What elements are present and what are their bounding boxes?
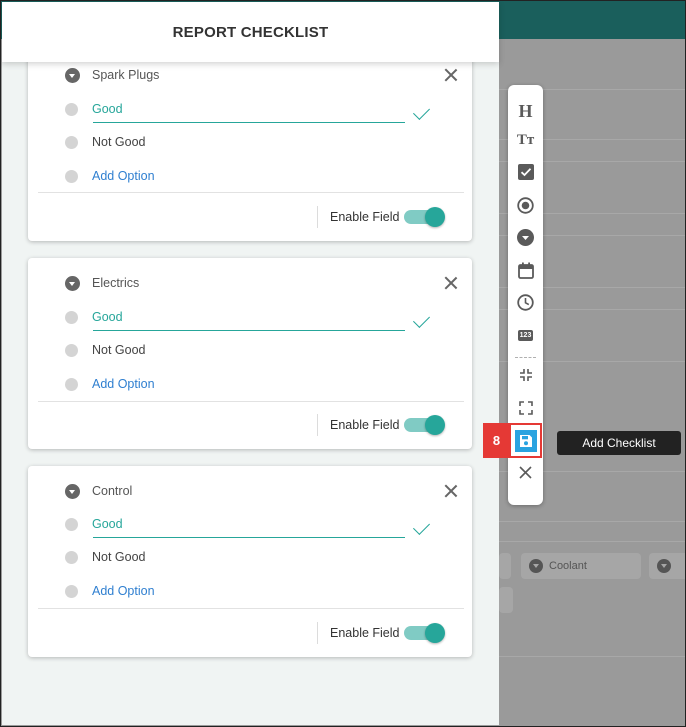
save-button-highlight[interactable] <box>509 423 542 458</box>
chip-dropdown-icon <box>657 559 671 573</box>
field-type-dropdown-icon[interactable] <box>65 67 80 83</box>
background-chip <box>499 587 513 613</box>
checkbox-icon[interactable] <box>508 159 543 185</box>
radio-icon[interactable] <box>65 102 78 116</box>
enable-field-toggle[interactable] <box>404 623 445 643</box>
enable-field-toggle[interactable] <box>404 207 445 227</box>
card-title: Spark Plugs <box>92 68 160 82</box>
radio-icon[interactable] <box>508 192 543 218</box>
option-label[interactable]: Not Good <box>92 550 146 564</box>
clock-icon[interactable] <box>508 289 543 315</box>
remove-field-close-icon[interactable] <box>444 276 458 290</box>
checklist-card-spark-plugs: Spark Plugs Good Not Good Add Option Ena… <box>28 42 472 241</box>
card-title-row: Spark Plugs <box>65 60 159 90</box>
option-input[interactable]: Good <box>92 310 123 324</box>
radio-icon <box>65 584 78 598</box>
heading-icon[interactable]: H <box>508 98 543 124</box>
add-option-link[interactable]: Add Option <box>92 169 155 183</box>
divider <box>38 401 464 402</box>
option-row[interactable]: Not Good <box>65 339 146 361</box>
add-checklist-tooltip: Add Checklist <box>557 431 681 455</box>
option-input[interactable]: Good <box>92 102 123 116</box>
calendar-icon[interactable] <box>508 257 543 283</box>
radio-icon[interactable] <box>65 310 78 324</box>
option-label[interactable]: Not Good <box>92 135 146 149</box>
card-title: Electrics <box>92 276 140 290</box>
divider <box>38 608 464 609</box>
divider <box>317 206 318 228</box>
close-icon[interactable] <box>508 459 543 485</box>
radio-icon <box>65 377 78 391</box>
option-row[interactable]: Good <box>65 306 123 328</box>
radio-icon[interactable] <box>65 343 78 357</box>
save-icon[interactable] <box>514 429 537 452</box>
background-chip-coolant: Coolant <box>521 553 641 579</box>
enable-field-toggle[interactable] <box>404 415 445 435</box>
toolbar-divider <box>515 357 536 358</box>
check-icon <box>413 311 430 328</box>
enable-field-label: Enable Field <box>330 210 400 224</box>
dropdown-icon[interactable] <box>508 224 543 250</box>
option-row[interactable]: Not Good <box>65 546 146 568</box>
divider <box>38 192 464 193</box>
enable-field-label: Enable Field <box>330 418 400 432</box>
field-type-dropdown-icon[interactable] <box>65 483 80 499</box>
toggle-knob <box>425 623 445 643</box>
chip-dropdown-icon <box>529 559 543 573</box>
toggle-knob <box>425 207 445 227</box>
panel-header: REPORT CHECKLIST <box>2 2 499 62</box>
add-option-link[interactable]: Add Option <box>92 377 155 391</box>
card-title-row: Electrics <box>65 268 139 298</box>
option-input-underline <box>93 330 405 331</box>
check-icon <box>413 518 430 535</box>
option-row[interactable]: Good <box>65 98 123 120</box>
report-checklist-panel: REPORT CHECKLIST Spark Plugs Good Not Go… <box>2 2 499 725</box>
divider <box>317 622 318 644</box>
card-title-row: Control <box>65 476 132 506</box>
checklist-card-control: Control Good Not Good Add Option Enable … <box>28 466 472 657</box>
divider <box>317 414 318 436</box>
option-input-underline <box>93 122 405 123</box>
option-label[interactable]: Not Good <box>92 343 146 357</box>
panel-title: REPORT CHECKLIST <box>172 23 329 41</box>
background-chip <box>499 553 511 579</box>
toggle-knob <box>425 415 445 435</box>
card-title: Control <box>92 484 133 498</box>
add-option-row[interactable]: Add Option <box>65 580 155 602</box>
screenshot-frame: Coolant REPORT CHECKLIST Spark Plugs Goo… <box>0 0 686 727</box>
radio-icon[interactable] <box>65 517 78 531</box>
add-option-link[interactable]: Add Option <box>92 584 155 598</box>
enable-field-label: Enable Field <box>330 626 400 640</box>
check-icon <box>413 103 430 120</box>
option-input[interactable]: Good <box>92 517 123 531</box>
checklist-card-electrics: Electrics Good Not Good Add Option Enabl… <box>28 258 472 449</box>
text-size-icon[interactable]: Tт <box>508 127 543 153</box>
radio-icon[interactable] <box>65 550 78 564</box>
collapse-icon[interactable] <box>508 362 543 388</box>
radio-icon[interactable] <box>65 135 78 149</box>
number-icon[interactable]: 123 <box>508 322 543 348</box>
add-option-row[interactable]: Add Option <box>65 165 155 187</box>
step-badge: 8 <box>483 423 510 458</box>
remove-field-close-icon[interactable] <box>444 484 458 498</box>
option-input-underline <box>93 537 405 538</box>
field-type-dropdown-icon[interactable] <box>65 275 80 291</box>
radio-icon <box>65 169 78 183</box>
background-chip <box>649 553 685 579</box>
expand-icon[interactable] <box>508 395 543 421</box>
option-row[interactable]: Not Good <box>65 131 146 153</box>
add-option-row[interactable]: Add Option <box>65 373 155 395</box>
option-row[interactable]: Good <box>65 513 123 535</box>
remove-field-close-icon[interactable] <box>444 68 458 82</box>
